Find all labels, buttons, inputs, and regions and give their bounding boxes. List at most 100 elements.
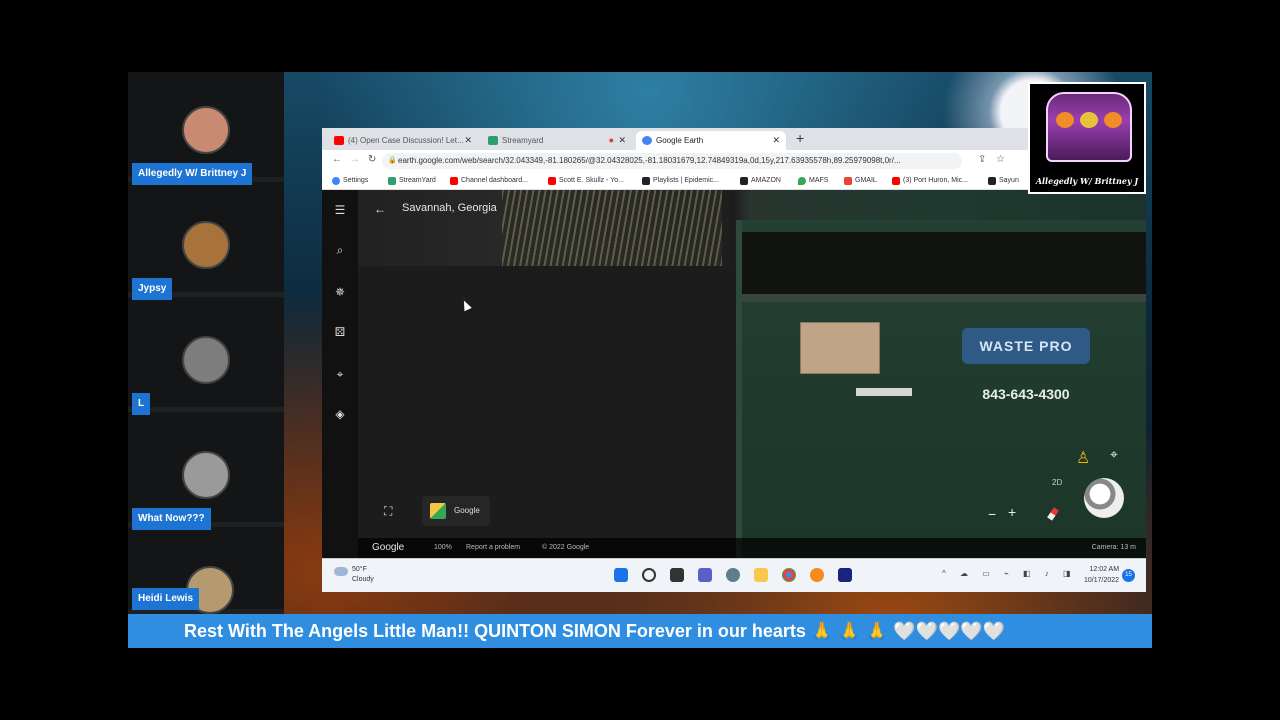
bookmark-item[interactable]: GMAIL [844, 172, 877, 190]
globe-icon[interactable] [1084, 478, 1124, 518]
gmail-icon [844, 177, 852, 185]
weather-widget[interactable]: 50°F Cloudy [334, 565, 374, 585]
bookmark-item[interactable]: MAFS [798, 172, 828, 190]
windows-start-icon[interactable] [614, 568, 628, 582]
capture-icon[interactable]: ⛶ [384, 504, 392, 519]
weather-temp: 50°F [352, 566, 367, 573]
share-icon[interactable]: ⇪ [978, 154, 986, 165]
bookmark-label: AMAZON [751, 177, 781, 184]
stream-stage: Allegedly W/ Brittney J Jypsy L What Now… [128, 72, 1152, 648]
bookmark-item[interactable]: Sayun [988, 172, 1019, 190]
lock-icon: 🔒 [388, 157, 397, 164]
back-icon[interactable]: ← [332, 154, 342, 165]
van-graphic [1046, 92, 1132, 162]
back-arrow-icon[interactable]: ← [374, 202, 386, 216]
url-text: earth.google.com/web/search/32.043349,-8… [398, 156, 901, 165]
my-location-icon[interactable]: ⌖ [1110, 446, 1118, 463]
browser-tab-active[interactable]: Google Earth ✕ [636, 131, 786, 150]
orange-app-icon[interactable] [810, 568, 824, 582]
browser-tabbar: (4) Open Case Discussion! Let... ✕ Strea… [322, 128, 1146, 150]
browser-tab[interactable]: (4) Open Case Discussion! Let... ✕ [328, 131, 478, 150]
participant-tile[interactable]: Allegedly W/ Brittney J [128, 72, 284, 185]
youtube-icon [334, 136, 344, 145]
avatar [182, 336, 230, 384]
dumpster-plate [856, 388, 912, 396]
youtube-icon [892, 177, 900, 185]
participant-name: What Now??? [132, 508, 211, 530]
tab-title: (4) Open Case Discussion! Let... [348, 136, 464, 145]
earth-sidebar: ☰ ⌕ ✵ ⚄ ⌖ ◈ [322, 190, 358, 558]
search-icon[interactable] [642, 568, 656, 582]
forward-icon[interactable]: → [350, 154, 360, 165]
report-link[interactable]: Report a problem [466, 538, 520, 558]
voyager-label: Google [454, 506, 480, 515]
participant-tile[interactable]: What Now??? [128, 417, 284, 530]
youtube-icon [450, 177, 458, 185]
participant-tile[interactable]: Heidi Lewis [128, 532, 284, 614]
bookmark-item[interactable]: (3) Port Huron, Mic... [892, 172, 968, 190]
youtube-icon [548, 177, 556, 185]
close-icon[interactable]: ✕ [772, 131, 780, 150]
file-explorer-icon[interactable] [754, 568, 768, 582]
projects-icon[interactable]: ⌖ [330, 364, 350, 384]
gear-icon [332, 177, 340, 185]
clock[interactable]: 12:02 AM 10/17/2022 [1084, 564, 1119, 586]
participant-name: Heidi Lewis [132, 588, 200, 610]
participant-tile[interactable]: Jypsy [128, 187, 284, 300]
cloud-icon [334, 567, 348, 576]
bookmark-label: Playlists | Epidemic... [653, 177, 720, 184]
zoom-in-button[interactable]: + [1008, 504, 1016, 520]
bookmark-item[interactable]: Playlists | Epidemic... [642, 172, 719, 190]
bookmark-star-icon[interactable]: ☆ [996, 154, 1005, 165]
bookmark-label: MAFS [809, 177, 829, 184]
bookmark-item[interactable]: StreamYard [388, 172, 436, 190]
dice-icon[interactable]: ⚄ [330, 322, 350, 342]
notification-badge[interactable]: 15 [1122, 569, 1135, 582]
streamyard-icon [388, 177, 396, 185]
shadow-area [358, 266, 738, 558]
system-tray[interactable]: ^ ☁ ▭ ⌁ ◧ ♪ ◨ [942, 569, 1077, 578]
avatar [182, 451, 230, 499]
menu-icon[interactable]: ☰ [330, 200, 350, 220]
pumpkin-icon [1080, 112, 1098, 128]
bookmark-item[interactable]: AMAZON [740, 172, 781, 190]
close-icon[interactable]: ✕ [618, 131, 626, 150]
bookmark-label: StreamYard [399, 177, 436, 184]
task-view-icon[interactable] [670, 568, 684, 582]
avatar [182, 106, 230, 154]
voyager-icon[interactable]: ✵ [330, 282, 350, 302]
chrome-icon[interactable] [782, 568, 796, 582]
pegman-icon[interactable]: ♙ [1076, 448, 1090, 468]
bookmark-label: Channel dashboard... [461, 177, 528, 184]
browser-tab[interactable]: Streamyard ● ✕ [482, 131, 632, 150]
google-logo: Google [372, 542, 405, 553]
pumpkin-icon [1104, 112, 1122, 128]
voyager-thumbnail[interactable]: Google [422, 496, 490, 526]
zoom-out-button[interactable]: − [988, 506, 996, 522]
bookmark-item[interactable]: Settings [332, 172, 368, 190]
reload-icon[interactable]: ↻ [368, 154, 376, 165]
new-tab-button[interactable]: + [796, 130, 804, 146]
tiktok-icon [988, 177, 996, 185]
ticker-banner: Rest With The Angels Little Man!! QUINTO… [128, 614, 1152, 648]
participant-tile[interactable]: L [128, 302, 284, 415]
pumpkin-icon [1056, 112, 1074, 128]
url-field[interactable]: 🔒 earth.google.com/web/search/32.043349,… [382, 153, 962, 169]
tab-title: Streamyard [502, 136, 544, 145]
bookmark-item[interactable]: Scott E. Skullz - Yo... [548, 172, 624, 190]
copyright: © 2022 Google [542, 544, 590, 551]
dark-app-icon[interactable] [838, 568, 852, 582]
google-earth-view[interactable]: WASTE PRO 843-643-4300 ☰ ⌕ ✵ ⚄ ⌖ ◈ ← Sav… [322, 190, 1146, 558]
bookmark-item[interactable]: Channel dashboard... [450, 172, 528, 190]
tab-title: Google Earth [656, 136, 704, 145]
settings-icon[interactable] [726, 568, 740, 582]
phone-number: 843-643-4300 [982, 386, 1070, 402]
2d-toggle[interactable]: 2D [1052, 478, 1062, 487]
zoom-percentage: 100% [434, 544, 452, 551]
layers-icon[interactable]: ◈ [330, 404, 350, 424]
participant-name: Jypsy [132, 278, 173, 300]
close-icon[interactable]: ✕ [464, 131, 472, 150]
bookmark-label: Sayun [999, 177, 1019, 184]
search-icon[interactable]: ⌕ [330, 240, 350, 260]
teams-icon[interactable] [698, 568, 712, 582]
